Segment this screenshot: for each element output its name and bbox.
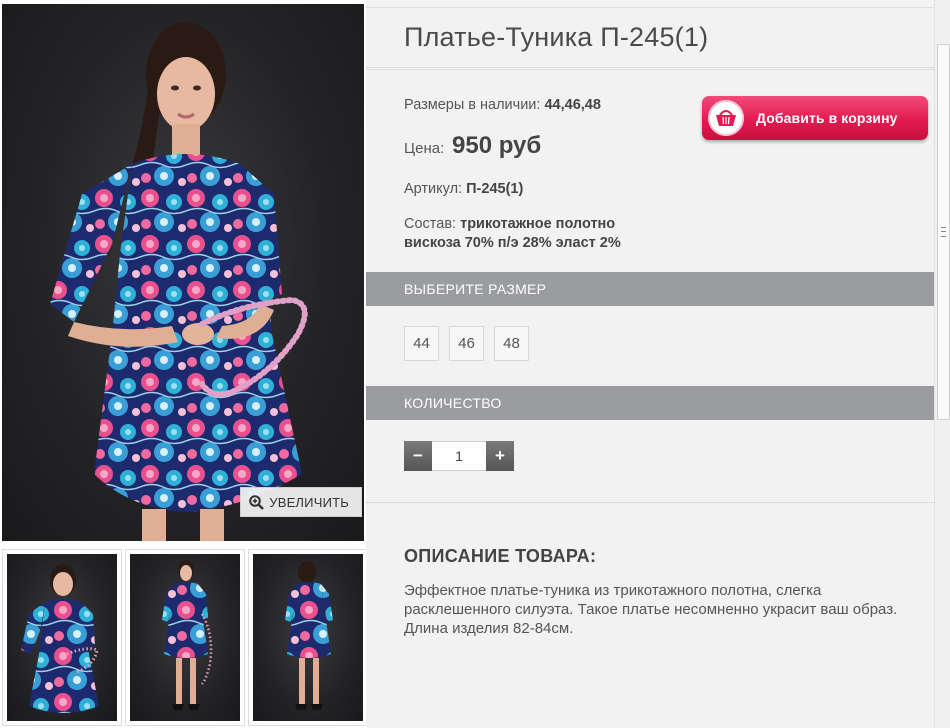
zoom-label: УВЕЛИЧИТЬ <box>269 494 349 510</box>
size-option-48[interactable]: 48 <box>494 326 529 361</box>
size-section-header: ВЫБЕРИТЕ РАЗМЕР <box>366 272 934 306</box>
quantity-decrease-button[interactable]: − <box>404 441 432 471</box>
product-gallery: УВЕЛИЧИТЬ <box>0 0 368 728</box>
magnifier-plus-icon <box>249 494 265 510</box>
quantity-stepper: − + <box>404 441 514 471</box>
thumbnail-figure <box>21 564 99 713</box>
quantity-increase-button[interactable]: + <box>486 441 514 471</box>
size-option-44[interactable]: 44 <box>404 326 439 361</box>
sizes-available: Размеры в наличии: 44,46,48 <box>404 97 601 113</box>
thumbnail-image <box>7 554 117 721</box>
thumbnail-image <box>253 554 363 721</box>
thumbnail-strip <box>0 549 368 728</box>
product-info-panel: Платье-Туника П-245(1) Размеры в наличии… <box>366 0 934 728</box>
model-illustration <box>50 22 308 541</box>
main-product-photo[interactable]: УВЕЛИЧИТЬ <box>2 4 364 541</box>
divider <box>366 67 934 70</box>
basket-icon-wrap <box>708 100 744 136</box>
thumbnail-back[interactable] <box>248 549 368 726</box>
composition-line-1: трикотажное полотно <box>460 216 616 232</box>
scrollbar-grip-icon <box>941 227 946 237</box>
thumbnail-figure <box>162 560 213 710</box>
size-section-title: ВЫБЕРИТЕ РАЗМЕР <box>404 281 547 297</box>
sizes-value: 44,46,48 <box>544 97 601 113</box>
size-option-46[interactable]: 46 <box>449 326 484 361</box>
thumbnail-full-front[interactable] <box>125 549 245 726</box>
add-to-cart-button[interactable]: Добавить в корзину <box>702 96 928 140</box>
description-title: ОПИСАНИЕ ТОВАРА: <box>404 546 597 566</box>
basket-icon <box>716 110 736 126</box>
product-title: Платье-Туника П-245(1) <box>404 22 709 52</box>
price-value: 950 руб <box>452 132 542 159</box>
composition-line-2: вискоза 70% п/э 28% эласт 2% <box>404 235 621 251</box>
divider <box>366 7 934 8</box>
composition: Состав: трикотажное полотно вискоза 70% … <box>404 215 704 253</box>
quantity-input[interactable] <box>432 441 486 471</box>
thumbnail-image <box>130 554 240 721</box>
description-text: Эффектное платье-туника из трикотажного … <box>404 582 898 637</box>
sizes-label: Размеры в наличии: <box>404 97 541 113</box>
article-row: Артикул: П-245(1) <box>404 181 523 197</box>
composition-label: Состав: <box>404 216 457 232</box>
dotted-divider <box>366 502 934 503</box>
price-label: Цена: <box>404 140 445 157</box>
thumbnail-front[interactable] <box>2 549 122 726</box>
quantity-section-header: КОЛИЧЕСТВО <box>366 386 934 420</box>
zoom-button[interactable]: УВЕЛИЧИТЬ <box>240 487 362 517</box>
thumbnail-figure <box>285 561 333 710</box>
vertical-scrollbar[interactable] <box>934 0 950 728</box>
scrollbar-thumb[interactable] <box>937 44 950 420</box>
article-label: Артикул: <box>404 181 463 197</box>
add-to-cart-label: Добавить в корзину <box>756 110 898 126</box>
quantity-section-title: КОЛИЧЕСТВО <box>404 395 502 411</box>
article-value: П-245(1) <box>466 181 524 197</box>
